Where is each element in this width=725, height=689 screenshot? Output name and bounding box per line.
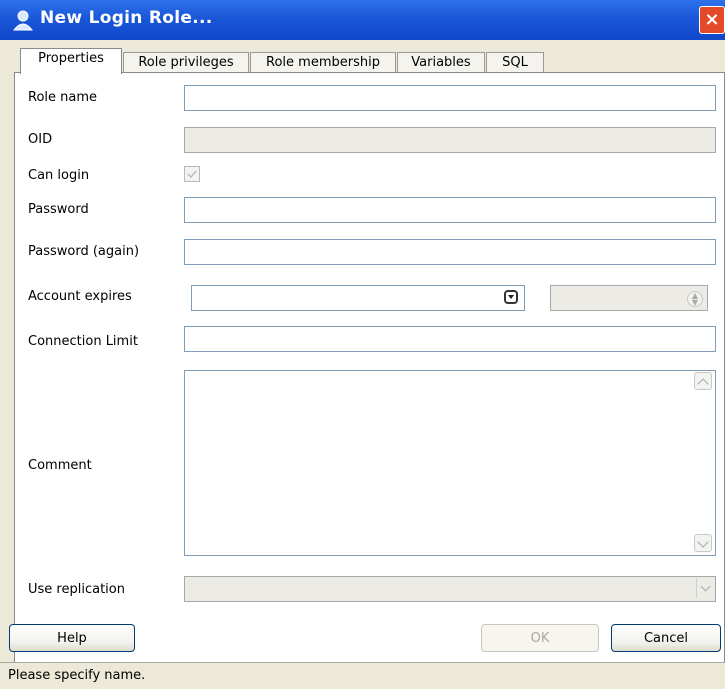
connection-limit-input[interactable] [184, 326, 716, 352]
spinner-icon: ▲ ▼ [687, 291, 703, 307]
status-message: Please specify name. [8, 668, 146, 683]
comment-label: Comment [28, 458, 92, 473]
password-again-input[interactable] [184, 239, 716, 265]
password-label: Password [28, 202, 89, 217]
tab-properties[interactable]: Properties [20, 48, 122, 74]
new-login-role-dialog: New Login Role... × Properties Role priv… [0, 0, 725, 689]
close-icon[interactable]: × [699, 6, 725, 34]
scroll-up-icon[interactable] [694, 372, 712, 390]
use-replication-select [184, 576, 716, 602]
tab-role-privileges[interactable]: Role privileges [123, 52, 249, 73]
help-button[interactable]: Help [9, 624, 135, 652]
window-title: New Login Role... [40, 8, 213, 28]
password-again-label: Password (again) [28, 244, 140, 259]
tab-role-membership[interactable]: Role membership [250, 52, 396, 73]
comment-scrollbar[interactable] [694, 372, 712, 552]
password-input[interactable] [184, 197, 716, 223]
comment-textarea[interactable] [184, 370, 716, 556]
chevron-down-icon [696, 578, 714, 598]
use-replication-label: Use replication [28, 582, 125, 597]
account-expires-time-input: ▲ ▼ [550, 285, 708, 311]
oid-input [184, 127, 716, 153]
account-expires-dropdown [191, 285, 525, 311]
cancel-button[interactable]: Cancel [611, 624, 721, 652]
status-bar: Please specify name. [0, 662, 725, 689]
scroll-down-icon[interactable] [694, 534, 712, 552]
role-name-label: Role name [28, 90, 98, 105]
title-bar[interactable]: New Login Role... × [0, 0, 725, 40]
can-login-label: Can login [28, 168, 90, 183]
tab-sql[interactable]: SQL [486, 52, 544, 73]
account-expires-label: Account expires [28, 289, 132, 304]
ok-button: OK [481, 624, 599, 652]
tab-variables[interactable]: Variables [397, 52, 485, 73]
user-icon [12, 9, 34, 31]
chevron-down-icon[interactable] [504, 290, 518, 304]
check-icon [187, 170, 197, 178]
can-login-checkbox[interactable] [184, 166, 200, 182]
role-name-input[interactable] [184, 85, 716, 111]
oid-label: OID [28, 132, 53, 147]
connection-limit-label: Connection Limit [28, 334, 138, 349]
